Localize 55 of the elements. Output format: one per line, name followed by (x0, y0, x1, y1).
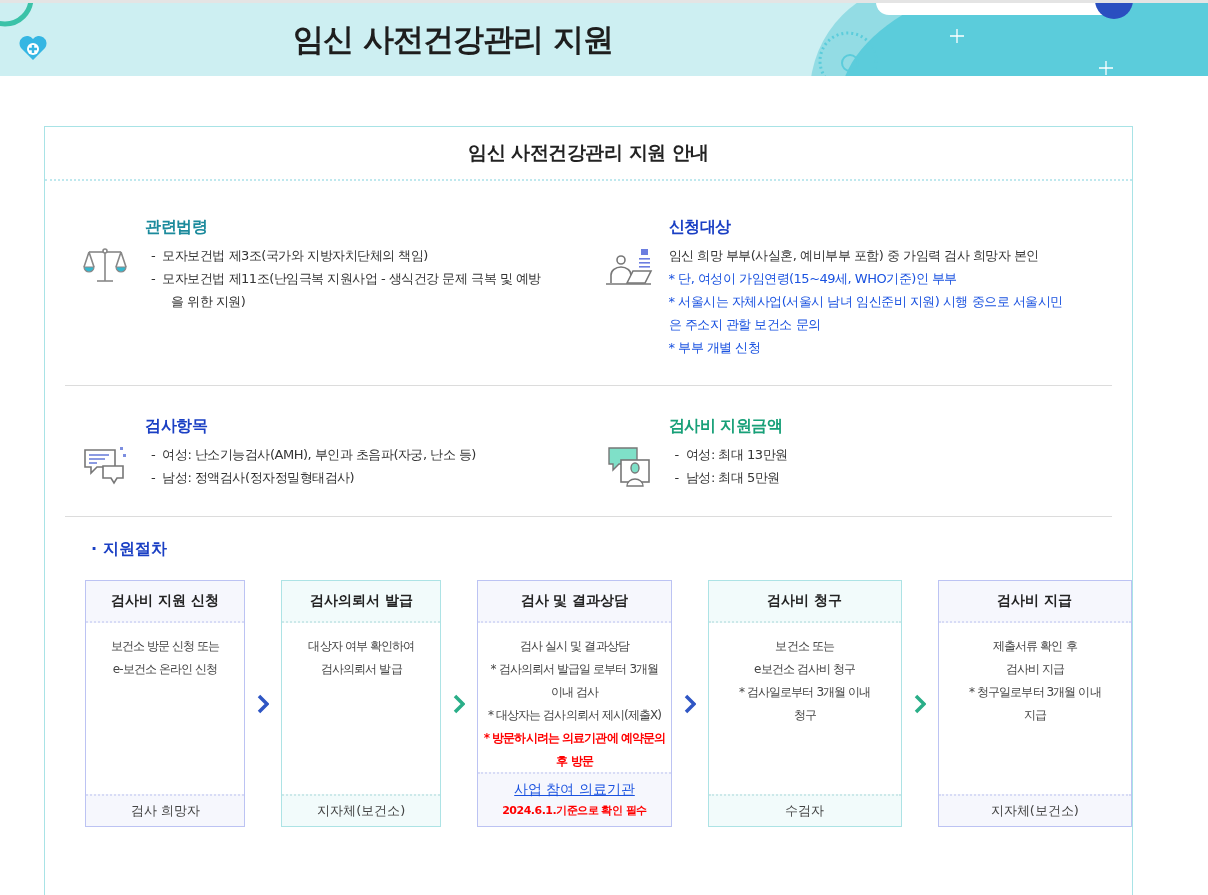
step-text: * 청구일로부터 3개월 이내 (969, 684, 1101, 701)
section-text: - 모자보건법 제3조(국가와 지방자치단체의 책임) (150, 247, 429, 265)
section-text: - 남성: 최대 5만원 (673, 469, 781, 487)
chevron-right-icon (257, 693, 270, 714)
chevron-right-icon (683, 693, 696, 714)
step-text: 제출서류 확인 후 (993, 638, 1077, 655)
section-text: - 모자보건법 제11조(난임극복 지원사업 - 생식건강 문제 극복 및 예방을 위한 지원) (150, 270, 542, 311)
section-text: 임신 희망 부부(사실혼, 예비부부 포함) 중 가임력 검사 희망자 본인 (668, 247, 1040, 265)
step-text: 검사 실시 및 결과상담 (520, 638, 629, 655)
section-title: 신청대상 (668, 217, 732, 238)
section-title: 검사비 지원금액 (668, 416, 784, 437)
step-text: 보건소 방문 신청 또는 (110, 638, 220, 655)
step-owner: 수검자 (785, 802, 825, 820)
step-text: e-보건소 온라인 신청 (112, 661, 218, 678)
section-title: 관련법령 (145, 217, 208, 238)
section-text: - 남성: 정액검사(정자정밀형태검사) (150, 469, 356, 487)
guide-title: 임신 사전건강관리 지원 안내 (45, 127, 1132, 181)
step-text: 지급 (1023, 707, 1046, 724)
step-text: * 검사의뢰서 발급일 로부터 3개월 (490, 661, 659, 678)
section-text: - 여성: 최대 13만원 (673, 446, 789, 464)
step-text: 청구 (793, 707, 816, 724)
step-text: * 대상자는 검사의뢰서 제시(제출X) (488, 707, 661, 724)
note-text: * 단, 여성이 가임연령(15~49세, WHO기준)인 부부 (668, 270, 958, 288)
step-text: * 방문하시려는 의료기관에 예약문의 (483, 730, 666, 747)
section-text: - 여성: 난소기능검사(AMH), 부인과 초음파(자궁, 난소 등) (150, 446, 477, 464)
chevron-right-icon (453, 693, 466, 714)
step-owner: 지자체(보건소) (317, 802, 406, 820)
warning-text: 2024.6.1.기준으로 확인 필수 (502, 803, 647, 819)
step-text: 후 방문 (556, 753, 593, 770)
step-title: 검사 및 결과상담 (478, 581, 671, 623)
note-text: * 서울시는 자체사업(서울시 남녀 임신준비 지원) 시행 중으로 서울시민은 주소지 관할 보건소 문의 (668, 293, 1064, 334)
step-text: 이내 검사 (550, 684, 599, 701)
step-text: e보건소 검사비 청구 (754, 661, 856, 678)
step-text: 검사비 지급 (1005, 661, 1065, 678)
step-title: 검사비 지급 (938, 581, 1131, 623)
page-title: 임신 사전건강관리 지원 (293, 19, 613, 59)
step-text: 대상자 여부 확인하여 (308, 638, 415, 655)
step-title: 검사비 지원 신청 (86, 581, 245, 623)
heart-icon (18, 35, 48, 61)
chat-bubbles-icon (83, 446, 127, 486)
step-text: 보건소 또는 (775, 638, 834, 655)
step-owner: 지자체(보건소) (990, 802, 1079, 820)
person-laptop-icon (604, 247, 653, 287)
note-text: * 부부 개별 신청 (668, 339, 762, 357)
step-title: 검사의뢰서 발급 (282, 581, 441, 623)
hospital-link[interactable]: 사업 참여 의료기관 (514, 778, 635, 800)
chevron-right-icon (913, 693, 926, 714)
procedure-title: · 지원절차 (91, 539, 168, 560)
scale-icon (83, 247, 127, 285)
step-text: 검사의뢰서 발급 (321, 661, 402, 678)
step-text: * 검사일로부터 3개월 이내 (738, 684, 871, 701)
section-title: 검사항목 (145, 416, 208, 437)
step-title: 검사비 청구 (708, 581, 901, 623)
step-owner: 검사 희망자 (130, 802, 200, 820)
video-chat-icon (606, 446, 651, 488)
